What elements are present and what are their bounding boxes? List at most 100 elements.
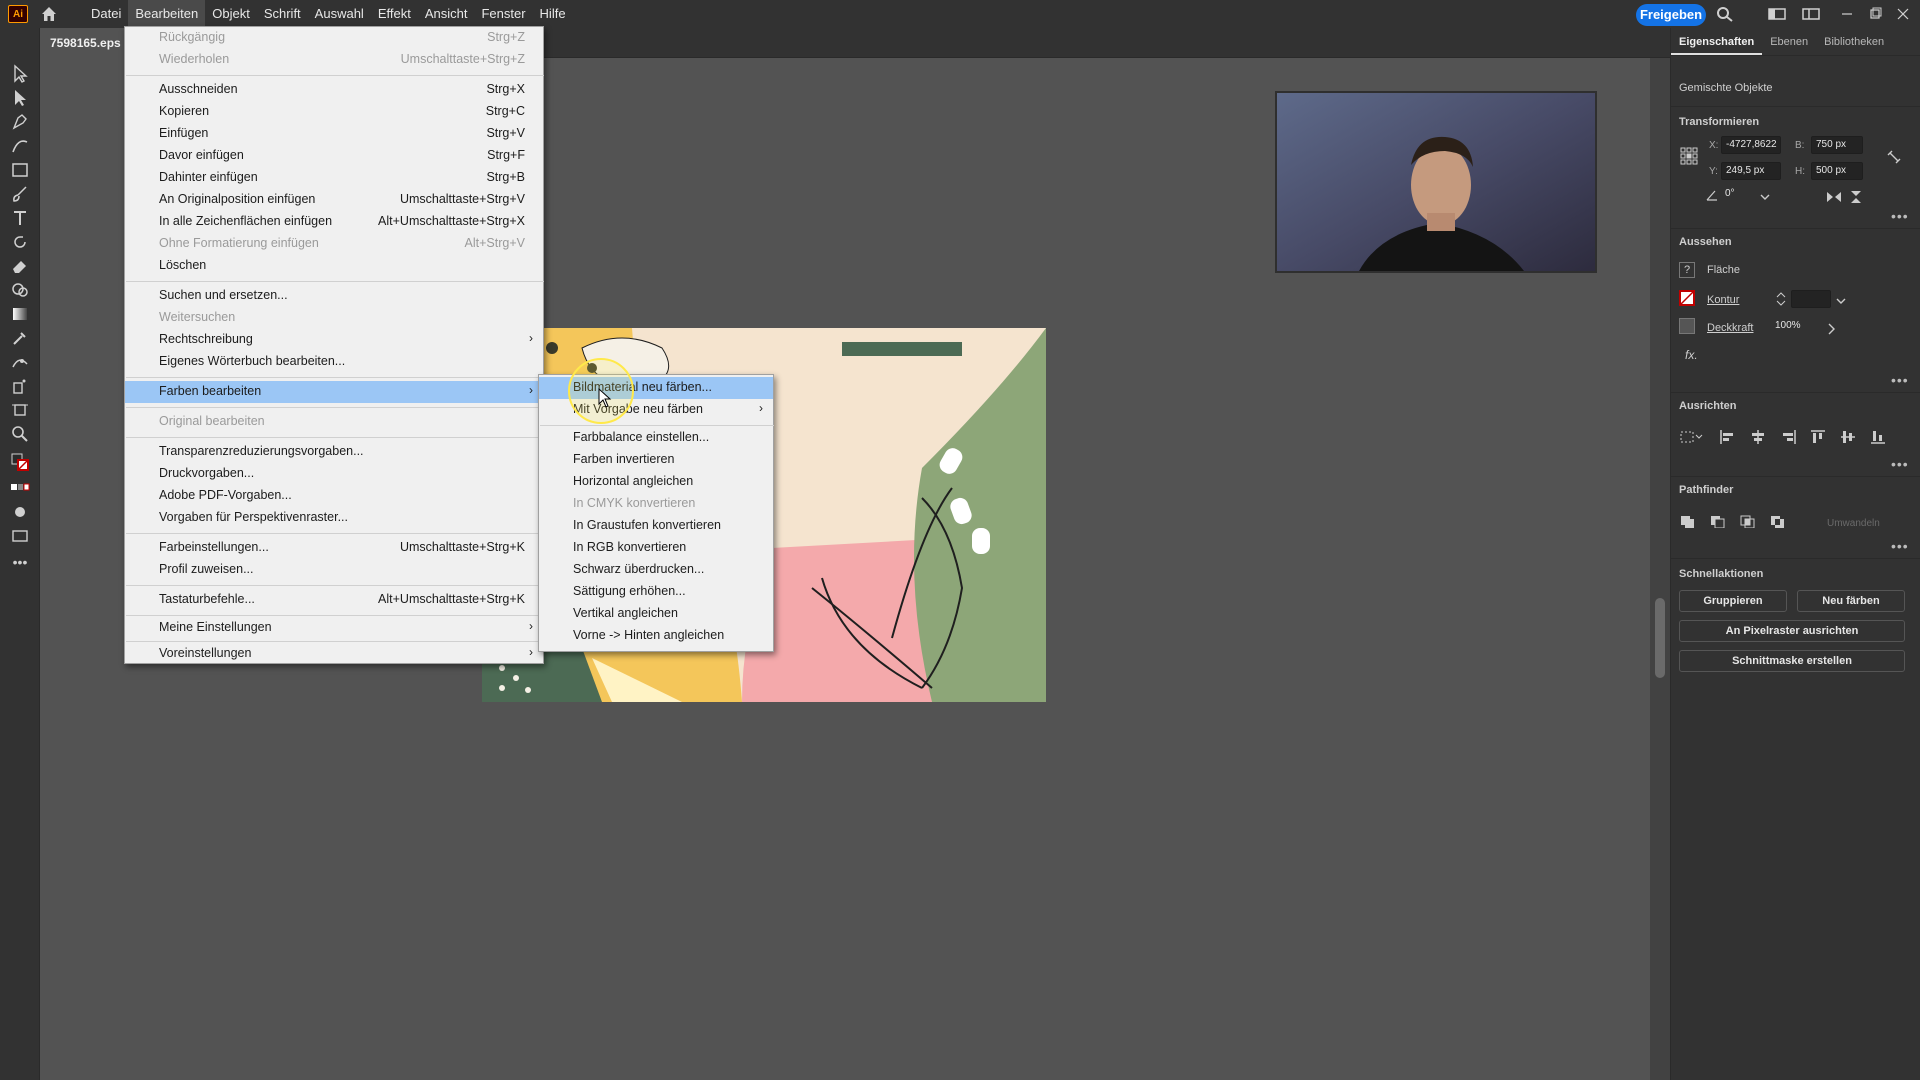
submenu-item-overprint-black[interactable]: Schwarz überdrucken... (539, 559, 773, 581)
symbol-sprayer-tool-icon[interactable] (10, 376, 30, 396)
stroke-swatch-icon[interactable] (1679, 290, 1695, 306)
pathfinder-intersect-icon[interactable] (1739, 514, 1757, 528)
x-position-field[interactable]: -4727,8622 (1721, 136, 1781, 154)
close-icon[interactable] (1894, 6, 1912, 22)
flip-horizontal-icon[interactable] (1825, 190, 1843, 204)
opacity-field[interactable]: 100% (1771, 318, 1821, 336)
align-to-pixel-grid-button[interactable]: An Pixelraster ausrichten (1679, 620, 1905, 642)
y-position-field[interactable]: 249,5 px (1721, 162, 1781, 180)
menu-auswahl[interactable]: Auswahl (308, 0, 371, 28)
selection-tool-icon[interactable] (10, 64, 30, 84)
submenu-item-blend-horizontally[interactable]: Horizontal angleichen (539, 471, 773, 493)
stroke-weight-field[interactable] (1791, 290, 1831, 308)
menu-item-assign-profile[interactable]: Profil zuweisen... (125, 559, 543, 581)
chevron-down-icon[interactable] (1759, 190, 1771, 204)
menu-fenster[interactable]: Fenster (474, 0, 532, 28)
rotate-angle-field[interactable]: 0° (1721, 186, 1755, 204)
menu-item-find-next[interactable]: Weitersuchen (125, 307, 543, 329)
chevron-down-icon[interactable] (1835, 294, 1847, 308)
menu-item-paste-in-place[interactable]: An Originalposition einfügen Umschalttast… (125, 189, 543, 211)
eraser-tool-icon[interactable] (10, 256, 30, 276)
menu-hilfe[interactable]: Hilfe (533, 0, 573, 28)
pathfinder-minus-front-icon[interactable] (1709, 514, 1727, 528)
minimize-icon[interactable] (1838, 6, 1856, 22)
menu-item-spelling[interactable]: Rechtschreibung › (125, 329, 543, 351)
menu-item-paste-on-all-artboards[interactable]: In alle Zeichenflächen einfügen Alt+Umsch… (125, 211, 543, 233)
restore-icon[interactable] (1866, 6, 1884, 22)
make-clipping-mask-button[interactable]: Schnittmaske erstellen (1679, 650, 1905, 672)
menu-item-paste[interactable]: Einfügen Strg+V (125, 123, 543, 145)
search-icon[interactable] (1716, 6, 1734, 22)
submenu-item-saturate[interactable]: Sättigung erhöhen... (539, 581, 773, 603)
submenu-item-blend-vertically[interactable]: Vertikal angleichen (539, 603, 773, 625)
submenu-item-blend-front-to-back[interactable]: Vorne -> Hinten angleichen (539, 625, 773, 647)
align-left-icon[interactable] (1719, 430, 1737, 444)
menu-item-my-settings[interactable]: Meine Einstellungen › (125, 617, 543, 639)
height-field[interactable]: 500 px (1811, 162, 1863, 180)
stroke-label[interactable]: Kontur (1707, 294, 1739, 306)
opacity-label[interactable]: Deckkraft (1707, 322, 1753, 334)
submenu-item-convert-to-rgb[interactable]: In RGB konvertieren (539, 537, 773, 559)
pen-tool-icon[interactable] (10, 112, 30, 132)
menu-item-keyboard-shortcuts[interactable]: Tastaturbefehle... Alt+Umschalttaste+Strg… (125, 589, 543, 611)
align-horizontal-center-icon[interactable] (1749, 430, 1767, 444)
reference-point-icon[interactable] (1679, 146, 1699, 166)
align-top-icon[interactable] (1809, 430, 1827, 444)
submenu-item-convert-to-grayscale[interactable]: In Graustufen konvertieren (539, 515, 773, 537)
align-to-selection-icon[interactable] (1679, 430, 1703, 444)
width-field[interactable]: 750 px (1811, 136, 1863, 154)
menu-item-print-presets[interactable]: Druckvorgaben... (125, 463, 543, 485)
rectangle-tool-icon[interactable] (10, 160, 30, 180)
tab-ebenen[interactable]: Ebenen (1762, 28, 1816, 55)
screen-mode-icon[interactable] (10, 526, 30, 546)
menu-item-edit-colors[interactable]: Farben bearbeiten › (125, 381, 543, 403)
submenu-item-invert-colors[interactable]: Farben invertieren (539, 449, 773, 471)
vertical-scrollbar[interactable] (1650, 58, 1670, 1080)
menu-effekt[interactable]: Effekt (371, 0, 418, 28)
menu-item-paste-in-back[interactable]: Dahinter einfügen Strg+B (125, 167, 543, 189)
artboard-tool-icon[interactable] (10, 400, 30, 420)
type-tool-icon[interactable] (10, 208, 30, 228)
menu-item-pdf-presets[interactable]: Adobe PDF-Vorgaben... (125, 485, 543, 507)
eyedropper-tool-icon[interactable] (10, 328, 30, 348)
menu-item-transparency-flattener-presets[interactable]: Transparenzreduzierungsvorgaben... (125, 441, 543, 463)
menu-item-copy[interactable]: Kopieren Strg+C (125, 101, 543, 123)
tab-eigenschaften[interactable]: Eigenschaften (1671, 28, 1763, 55)
puppet-warp-tool-icon[interactable] (10, 352, 30, 372)
fill-stroke-swatch-icon[interactable] (10, 452, 30, 472)
document-tab[interactable]: 7598165.eps @ (40, 28, 126, 58)
menu-item-undo[interactable]: Rückgängig Strg+Z (125, 27, 543, 49)
home-icon[interactable] (40, 5, 58, 23)
draw-mode-icon[interactable] (10, 502, 30, 522)
tab-bibliotheken[interactable]: Bibliotheken (1816, 28, 1892, 55)
color-mode-icon[interactable] (10, 478, 30, 498)
menu-objekt[interactable]: Objekt (205, 0, 257, 28)
menu-ansicht[interactable]: Ansicht (418, 0, 475, 28)
fill-swatch-unknown-icon[interactable]: ? (1679, 262, 1695, 278)
gradient-tool-icon[interactable] (10, 304, 30, 324)
chevron-right-icon[interactable] (1825, 322, 1837, 336)
group-button[interactable]: Gruppieren (1679, 590, 1787, 612)
menu-item-paste-without-formatting[interactable]: Ohne Formatierung einfügen Alt+Strg+V (125, 233, 543, 255)
flip-vertical-icon[interactable] (1847, 190, 1865, 204)
rotate-tool-icon[interactable] (10, 232, 30, 252)
menu-item-redo[interactable]: Wiederholen Umschalttaste+Strg+Z (125, 49, 543, 71)
menu-item-paste-in-front[interactable]: Davor einfügen Strg+F (125, 145, 543, 167)
arrange-documents-icon[interactable] (1802, 6, 1820, 22)
submenu-item-convert-to-cmyk[interactable]: In CMYK konvertieren (539, 493, 773, 515)
workspace-icon[interactable] (1768, 6, 1786, 22)
submenu-item-adjust-color-balance[interactable]: Farbbalance einstellen... (539, 427, 773, 449)
pathfinder-exclude-icon[interactable] (1769, 514, 1787, 528)
pathfinder-expand-button[interactable]: Umwandeln (1827, 518, 1880, 529)
recolor-button[interactable]: Neu färben (1797, 590, 1905, 612)
menu-item-perspective-grid-presets[interactable]: Vorgaben für Perspektivenraster... (125, 507, 543, 529)
menu-item-cut[interactable]: Ausschneiden Strg+X (125, 79, 543, 101)
scrollbar-thumb[interactable] (1655, 598, 1665, 678)
stroke-weight-stepper-icon[interactable] (1775, 292, 1787, 306)
paintbrush-tool-icon[interactable] (10, 184, 30, 204)
more-tools-icon[interactable]: ••• (10, 554, 30, 574)
zoom-tool-icon[interactable] (10, 424, 30, 444)
align-bottom-icon[interactable] (1869, 430, 1887, 444)
shape-builder-tool-icon[interactable] (10, 280, 30, 300)
menu-bearbeiten[interactable]: Bearbeiten (128, 0, 206, 28)
